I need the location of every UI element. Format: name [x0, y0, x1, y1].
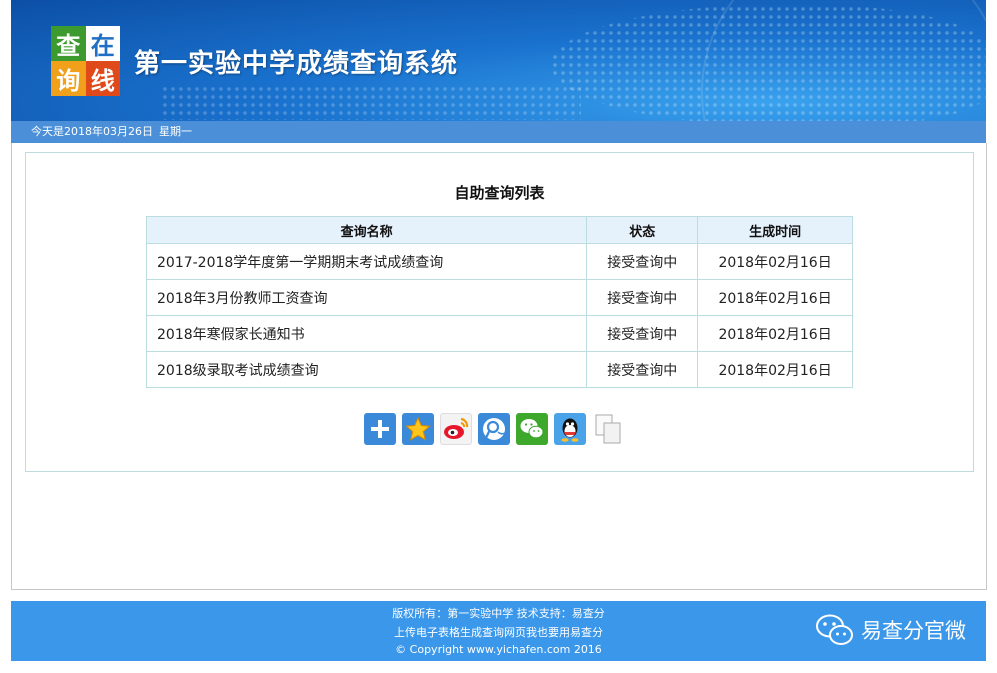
logo-char: 在 [85, 26, 120, 61]
share-qq-button[interactable] [554, 413, 586, 445]
column-header-status: 状态 [586, 216, 699, 244]
query-name-link[interactable]: 2017-2018学年度第一学期期末考试成绩查询 [145, 243, 588, 280]
column-header-time: 生成时间 [697, 216, 853, 244]
site-logo[interactable]: 查 在 询 线 [51, 26, 120, 96]
current-weekday: 星期一 [159, 125, 192, 138]
wechat-brand-label: 易查分官微 [861, 619, 966, 643]
main-content: 自助查询列表 查询名称 状态 生成时间 2017-2018学年度第一学期期末考试… [11, 143, 987, 590]
header-banner: 查 在 询 线 第一实验中学成绩查询系统 [11, 0, 986, 121]
share-toolbar [364, 413, 624, 445]
table-header-row: 查询名称 状态 生成时间 [145, 216, 853, 244]
query-status: 接受查询中 [586, 315, 699, 352]
share-favorite-button[interactable] [402, 413, 434, 445]
plus-icon [371, 420, 389, 438]
footer: 版权所有：第一实验中学 技术支持：易查分 上传电子表格生成查询网页我也要用易查分… [11, 601, 986, 661]
share-tencent-weibo-button[interactable] [478, 413, 510, 445]
share-wechat-button[interactable] [516, 413, 548, 445]
table-row[interactable]: 2018级录取考试成绩查询 接受查询中 2018年02月16日 [145, 351, 853, 388]
query-name-link[interactable]: 2018年3月份教师工资查询 [145, 279, 588, 316]
world-map-decoration [551, 5, 986, 121]
tencent-weibo-icon [483, 418, 506, 440]
share-weibo-button[interactable] [440, 413, 472, 445]
wechat-icon [520, 419, 544, 439]
copy-link-button[interactable] [592, 413, 624, 445]
weibo-icon [444, 417, 469, 439]
current-date: 今天是2018年03月26日 [31, 125, 153, 138]
query-time: 2018年02月16日 [697, 315, 853, 352]
query-time: 2018年02月16日 [697, 279, 853, 316]
table-row[interactable]: 2018年3月份教师工资查询 接受查询中 2018年02月16日 [145, 279, 853, 316]
table-row[interactable]: 2017-2018学年度第一学期期末考试成绩查询 接受查询中 2018年02月1… [145, 243, 853, 280]
wechat-brand-icon [816, 614, 853, 645]
logo-char: 线 [85, 61, 120, 96]
logo-char: 询 [51, 61, 86, 96]
query-time: 2018年02月16日 [697, 351, 853, 388]
query-status: 接受查询中 [586, 279, 699, 316]
query-status: 接受查询中 [586, 351, 699, 388]
table-row[interactable]: 2018年寒假家长通知书 接受查询中 2018年02月16日 [145, 315, 853, 352]
query-time: 2018年02月16日 [697, 243, 853, 280]
query-name-link[interactable]: 2018级录取考试成绩查询 [145, 351, 588, 388]
date-bar: 今天是2018年03月26日 星期一 [11, 121, 986, 143]
site-title: 第一实验中学成绩查询系统 [134, 49, 459, 79]
query-name-link[interactable]: 2018年寒假家长通知书 [145, 315, 588, 352]
wechat-official-account[interactable]: 易查分官微 [815, 613, 966, 647]
logo-char: 查 [51, 26, 86, 61]
qq-icon [561, 418, 579, 442]
dot-pattern-decoration [161, 85, 581, 120]
query-list-table: 查询名称 状态 生成时间 2017-2018学年度第一学期期末考试成绩查询 接受… [145, 216, 853, 388]
favorite-star-icon [405, 416, 431, 441]
list-title: 自助查询列表 [454, 184, 545, 202]
copy-icon [595, 414, 621, 444]
share-more-button[interactable] [364, 413, 396, 445]
query-list-panel: 自助查询列表 查询名称 状态 生成时间 2017-2018学年度第一学期期末考试… [25, 152, 974, 472]
date-text: 今天是2018年03月26日 星期一 [31, 121, 192, 143]
column-header-name: 查询名称 [145, 216, 588, 244]
query-status: 接受查询中 [586, 243, 699, 280]
